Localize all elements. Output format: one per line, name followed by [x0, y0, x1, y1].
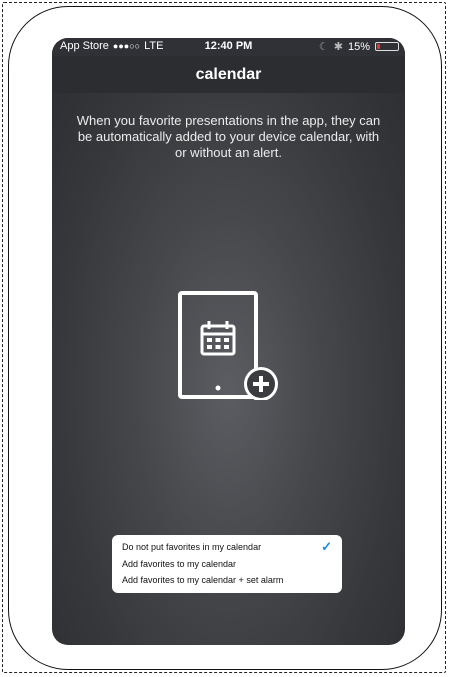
option-add-with-alarm[interactable]: Add favorites to my calendar + set alarm [122, 572, 332, 589]
checkmark-icon: ✓ [321, 539, 332, 554]
phone-screen: App Store ●●●○○ LTE 12:40 PM ☾ ✱ 15% cal… [52, 38, 405, 645]
tablet-calendar-add-icon [178, 291, 278, 400]
option-label: Add favorites to my calendar + set alarm [122, 575, 284, 585]
battery-icon [375, 42, 399, 51]
description-text: When you favorite presentations in the a… [76, 113, 381, 160]
bluetooth-icon: ✱ [333, 41, 343, 53]
status-bar: App Store ●●●○○ LTE 12:40 PM ☾ ✱ 15% [52, 38, 405, 56]
battery-fill [377, 44, 380, 49]
nav-bar: calendar [52, 56, 405, 93]
status-right: ☾ ✱ 15% [319, 40, 399, 53]
calendar-icon [200, 321, 236, 356]
moon-icon: ☾ [318, 41, 329, 53]
option-no-calendar[interactable]: Do not put favorites in my calendar ✓ [122, 539, 332, 556]
page-title: calendar [195, 66, 262, 83]
calendar-options-menu: Do not put favorites in my calendar ✓ Ad… [112, 535, 342, 593]
battery-percent: 15% [347, 40, 370, 53]
option-add-to-calendar[interactable]: Add favorites to my calendar [122, 556, 332, 573]
option-label: Add favorites to my calendar [122, 558, 237, 569]
add-plus-icon [244, 367, 278, 400]
option-label: Do not put favorites in my calendar [122, 542, 262, 552]
